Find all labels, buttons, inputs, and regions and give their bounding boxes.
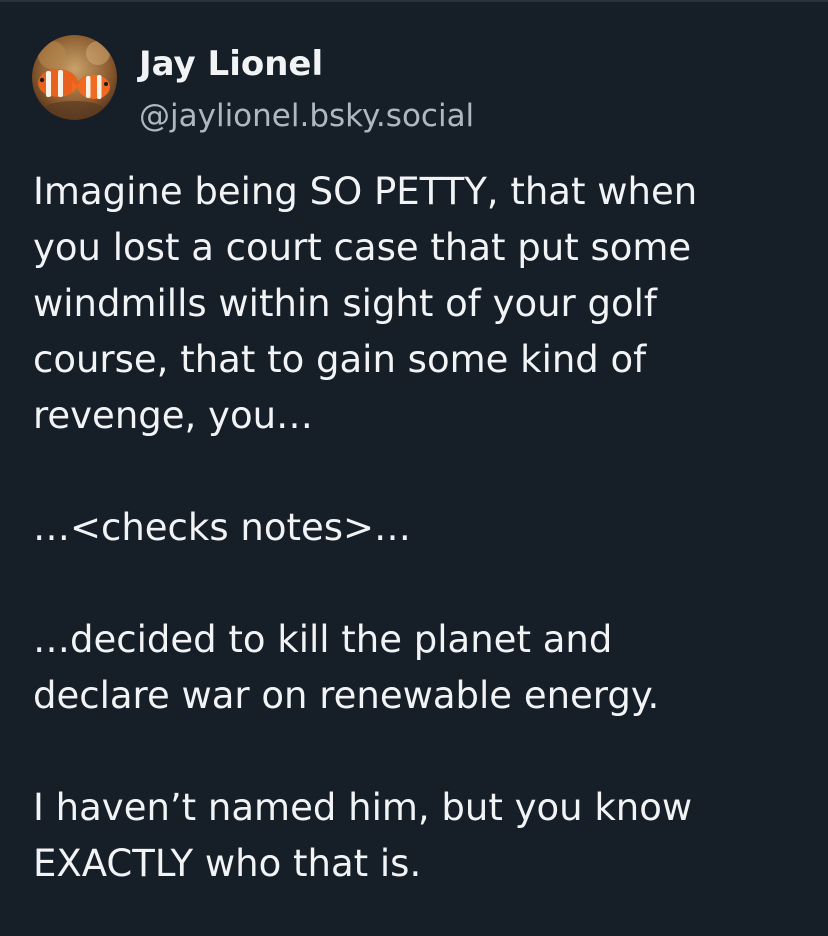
- post-line: …<checks notes>…: [33, 506, 412, 549]
- post-line: EXACTLY who that is.: [33, 842, 422, 885]
- post-line: I haven’t named him, but you know: [33, 786, 693, 829]
- post-line: …decided to kill the planet and: [33, 618, 613, 661]
- post-line: declare war on renewable energy.: [33, 674, 660, 717]
- post-text: Imagine being SO PETTY, that when you lo…: [33, 164, 813, 892]
- post-paragraph: …decided to kill the planet and declare …: [33, 612, 813, 724]
- author-avatar[interactable]: [32, 35, 117, 120]
- post-line: you lost a court case that put some: [33, 226, 692, 269]
- post-paragraph: I haven’t named him, but you know EXACTL…: [33, 780, 813, 892]
- clownfish-avatar-icon: [32, 35, 117, 120]
- post-card[interactable]: Jay Lionel @jaylionel.bsky.social Imagin…: [0, 0, 828, 936]
- post-line: Imagine being SO PETTY, that when: [33, 170, 698, 213]
- post-paragraph: Imagine being SO PETTY, that when you lo…: [33, 164, 813, 444]
- post-line: revenge, you…: [33, 394, 314, 437]
- post-paragraph: …<checks notes>…: [33, 500, 813, 556]
- author-handle[interactable]: @jaylionel.bsky.social: [139, 94, 474, 138]
- author-display-name[interactable]: Jay Lionel: [139, 40, 323, 88]
- post-line: windmills within sight of your golf: [33, 282, 657, 325]
- post-line: course, that to gain some kind of: [33, 338, 647, 381]
